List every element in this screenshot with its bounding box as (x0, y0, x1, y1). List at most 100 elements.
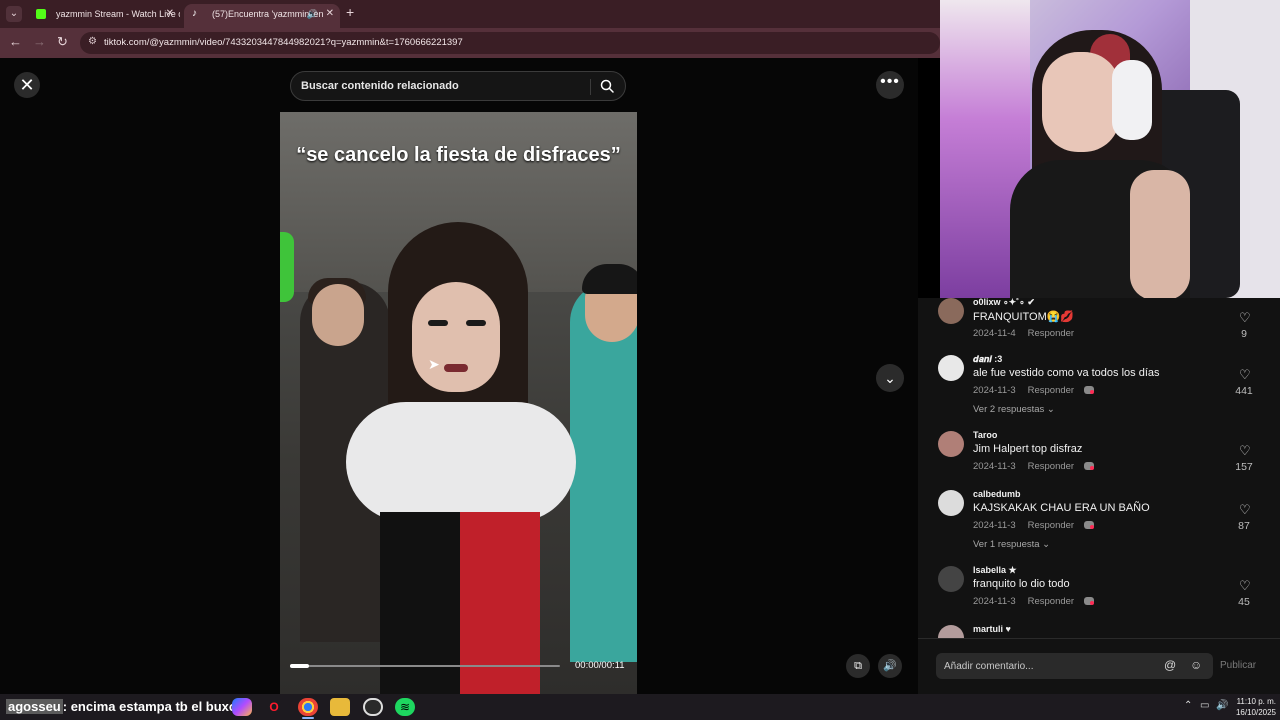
search-icon[interactable] (599, 78, 615, 94)
volume-icon[interactable]: 🔊 (878, 654, 902, 678)
comment-text: ale fue vestido como va todos los días (973, 367, 1160, 379)
comment-meta: 2024-11-4 Responder (973, 328, 1074, 339)
like-count: 157 (1235, 461, 1253, 473)
comment-username[interactable]: 𝒅𝒂𝒏𝒊 :3 (973, 354, 1002, 365)
heart-icon[interactable]: ♡ (1239, 310, 1251, 326)
avatar[interactable] (938, 566, 964, 592)
tray-chevron-icon[interactable]: ⌃ (1184, 700, 1192, 711)
more-options-icon[interactable]: ••• (876, 71, 904, 99)
video-progress-fill (290, 664, 309, 668)
volume-tray-icon[interactable]: 🔊 (1216, 700, 1228, 711)
obs-icon[interactable] (363, 698, 383, 716)
video-eye (428, 320, 448, 326)
comment-username[interactable]: Taroo (973, 430, 997, 440)
address-bar: ← → ↻ ⚙ tiktok.com/@yazmmin/video/743320… (0, 28, 940, 58)
file-explorer-icon[interactable] (330, 698, 350, 716)
comment-composer: @ ☺ Publicar (918, 638, 1280, 694)
view-replies-button[interactable]: Ver 1 respuesta ⌄ (973, 539, 1050, 550)
publish-button[interactable]: Publicar (1220, 660, 1256, 671)
heart-icon[interactable]: ♡ (1239, 578, 1251, 594)
video-lips (444, 364, 468, 372)
comment-date: 2024-11-4 (973, 328, 1016, 339)
spotify-icon[interactable]: ≋ (395, 698, 415, 716)
tab-kick-stream[interactable]: yazmmin Stream - Watch Live o ✕ (28, 4, 180, 28)
tab-search-button[interactable]: ⌄ (6, 6, 22, 22)
close-viewer-button[interactable]: ✕ (14, 72, 40, 98)
comments-list[interactable]: o0lixw ∘✦˚∘ ✔ FRANQUITOM😭💋 2024-11-4 Resp… (918, 298, 1280, 638)
forward-icon[interactable]: → (33, 34, 46, 49)
heart-icon[interactable]: ♡ (1239, 443, 1251, 459)
comment-date: 2024-11-3 (973, 520, 1016, 531)
url-field[interactable]: ⚙ tiktok.com/@yazmmin/video/743320344784… (80, 32, 940, 54)
back-icon[interactable]: ← (9, 34, 22, 49)
avatar[interactable] (938, 355, 964, 381)
site-info-icon[interactable]: ⚙ (88, 36, 97, 47)
taskbar: agosseu: encima estampa tb el buxo✨ O ≋ … (0, 694, 1280, 720)
video-costume-collar (346, 402, 576, 522)
video-progress-bar[interactable] (290, 664, 560, 668)
opera-icon[interactable]: O (264, 698, 284, 716)
picture-in-picture-icon[interactable]: ⧉ (846, 654, 870, 678)
creator-liked-icon (1084, 386, 1095, 395)
comment-text: FRANQUITOM😭💋 (973, 311, 1075, 323)
url-text: tiktok.com/@yazmmin/video/74332034478449… (104, 37, 463, 48)
reply-button[interactable]: Responder (1028, 520, 1074, 531)
comment-username[interactable]: martuli ♥ (973, 624, 1011, 634)
new-tab-button[interactable]: + (346, 4, 354, 20)
system-clock[interactable]: 11:10 p. m. 16/10/2025 (1230, 696, 1276, 718)
webcam-overlay (940, 0, 1280, 298)
reload-icon[interactable]: ↻ (57, 34, 68, 50)
view-replies-button[interactable]: Ver 2 respuestas ⌄ (973, 404, 1055, 415)
video-viewer: ✕ ••• ⌄ “se cancelo la fiesta de disfrac… (0, 58, 918, 694)
search-divider (590, 79, 591, 95)
mention-icon[interactable]: @ (1164, 658, 1176, 672)
comment-date: 2024-11-3 (973, 461, 1016, 472)
avatar[interactable] (938, 298, 964, 324)
avatar[interactable] (938, 431, 964, 457)
video-caption: “se cancelo la fiesta de disfraces” (296, 144, 621, 166)
comment-text: Jim Halpert top disfraz (973, 443, 1083, 455)
comment-text: KAJSKAKAK CHAU ERA UN BAÑO (973, 502, 1150, 514)
heart-icon[interactable]: ♡ (1239, 502, 1251, 518)
tab-tiktok[interactable]: ♪ (57)Encuentra 'yazmmin' en 🔊 ✕ (184, 4, 340, 28)
avatar[interactable] (938, 490, 964, 516)
reply-button[interactable]: Responder (1028, 328, 1074, 339)
reply-button[interactable]: Responder (1028, 385, 1074, 396)
webcam-headset (1112, 60, 1152, 140)
video-person-left-head (312, 284, 364, 346)
active-app-indicator (302, 717, 314, 719)
video-eye (466, 320, 486, 326)
audio-playing-icon[interactable]: 🔊 (307, 4, 318, 24)
video-time: 00:00/00:11 (575, 660, 625, 671)
chrome-icon[interactable] (298, 698, 318, 716)
stream-chat-message: agosseu: encima estampa tb el buxo✨ (0, 696, 260, 718)
reply-button[interactable]: Responder (1028, 461, 1074, 472)
webcam-streamer-face (1042, 52, 1120, 152)
comment-date: 2024-11-3 (973, 385, 1016, 396)
next-video-chevron-icon[interactable]: ⌄ (876, 364, 904, 392)
tab-title: yazmmin Stream - Watch Live o (56, 9, 180, 19)
emoji-icon[interactable]: ☺ (1190, 658, 1202, 672)
webcam-streamer-arm (1130, 170, 1190, 298)
like-count: 9 (1241, 328, 1247, 340)
heart-icon[interactable]: ♡ (1239, 367, 1251, 383)
copilot-icon[interactable] (232, 698, 252, 716)
comment-date: 2024-11-3 (973, 596, 1016, 607)
creator-liked-icon (1084, 597, 1095, 606)
related-search-box[interactable] (290, 71, 626, 101)
reply-button[interactable]: Responder (1028, 596, 1074, 607)
like-count: 45 (1238, 596, 1250, 608)
close-tab-icon[interactable]: ✕ (166, 4, 174, 24)
comment-username[interactable]: Isabella ★ (973, 565, 1017, 576)
related-search-input[interactable] (301, 72, 581, 100)
chat-username: agosseu (6, 699, 63, 714)
browser-tab-bar: ⌄ yazmmin Stream - Watch Live o ✕ ♪ (57)… (0, 0, 940, 28)
video-player[interactable]: “se cancelo la fiesta de disfraces” ➤ (280, 112, 637, 694)
creator-liked-icon (1084, 462, 1095, 471)
network-icon[interactable]: ▭ (1200, 700, 1209, 711)
close-tab-icon[interactable]: ✕ (326, 4, 334, 24)
comment-username[interactable]: o0lixw ∘✦˚∘ ✔ (973, 298, 1035, 308)
comment-username[interactable]: calbedumb (973, 489, 1021, 499)
video-figure-green (280, 232, 294, 302)
avatar[interactable] (938, 625, 964, 638)
